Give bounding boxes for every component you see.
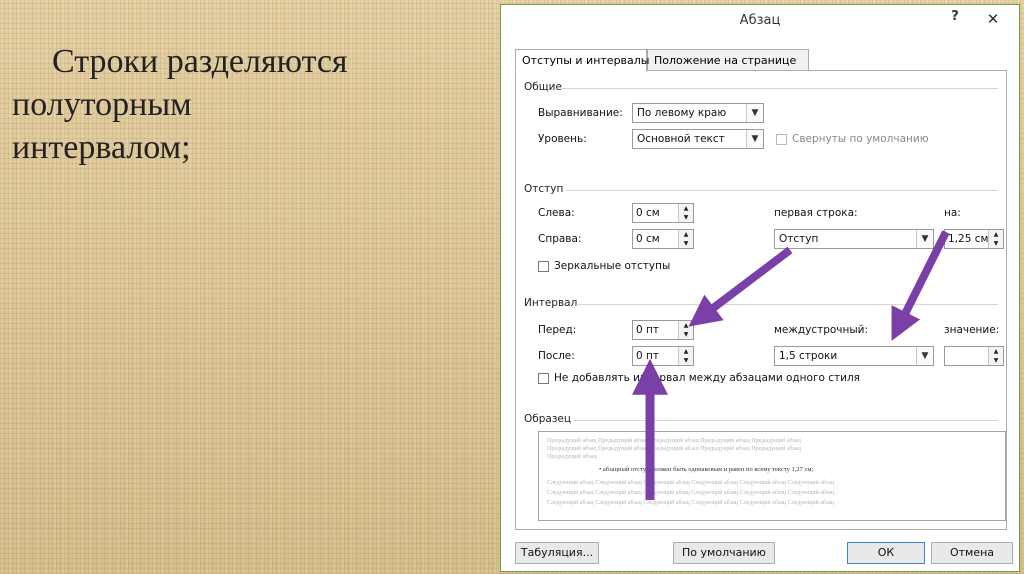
spacing-after-value: 0 пт [636,350,659,362]
mirror-indents-checkbox[interactable] [538,261,549,272]
indent-divider [566,190,998,191]
slide-text-line-2: полуторным [12,86,192,123]
tabs-button[interactable]: Табуляция... [515,542,599,564]
collapsed-checkbox[interactable] [776,134,787,145]
spacing-at-spinner[interactable]: ▲ ▼ [944,346,1004,366]
spacing-before-label: Перед: [538,324,577,336]
dont-add-space-label: Не добавлять интервал между абзацами одн… [554,372,860,384]
line-spacing-value: 1,5 строки [779,350,838,362]
spacing-after-spinner[interactable]: 0 пт ▲ ▼ [632,346,694,366]
help-button[interactable]: ? [945,9,965,29]
preview-next-line: Следующий абзац Следующий абзац Следующи… [547,490,835,496]
line-spacing-label: междустрочный: [774,324,869,336]
tab-line-page-breaks[interactable]: Положение на странице [647,49,809,71]
indent-by-spinner[interactable]: 1,25 см ▲ ▼ [944,229,1004,249]
collapsed-label: Свернуты по умолчанию [792,133,929,145]
cancel-button[interactable]: Отмена [931,542,1013,564]
spinner-buttons[interactable]: ▲ ▼ [678,230,693,248]
spinner-buttons[interactable]: ▲ ▼ [678,204,693,222]
preview-prev-line: Предыдущий абзац Предыдущий абзац Предыд… [547,438,801,444]
dialog-titlebar[interactable]: Абзац ? ✕ [501,5,1019,35]
chevron-down-icon[interactable]: ▼ [916,347,933,365]
spinner-buttons[interactable]: ▲ ▼ [678,347,693,365]
indent-left-spinner[interactable]: 0 см ▲ ▼ [632,203,694,223]
general-divider [562,88,998,89]
ok-button[interactable]: ОК [847,542,925,564]
spin-up-icon[interactable]: ▲ [679,321,693,330]
spin-up-icon[interactable]: ▲ [989,347,1003,356]
chevron-down-icon[interactable]: ▼ [746,104,763,122]
spin-up-icon[interactable]: ▲ [679,347,693,356]
indent-heading: Отступ [524,183,564,195]
first-line-value: Отступ [779,233,819,245]
spin-down-icon[interactable]: ▼ [679,356,693,365]
spinner-buttons[interactable]: ▲ ▼ [988,347,1003,365]
spin-up-icon[interactable]: ▲ [989,230,1003,239]
slide-background: Строки разделяются полуторным интервалом… [0,0,1024,574]
spacing-before-spinner[interactable]: 0 пт ▲ ▼ [632,320,694,340]
alignment-label: Выравнивание: [538,107,623,119]
indent-right-spinner[interactable]: 0 см ▲ ▼ [632,229,694,249]
preview-heading: Образец [524,413,572,425]
preview-next-line: Следующий абзац Следующий абзац Следующи… [547,480,835,486]
indent-left-value: 0 см [636,207,660,219]
tab-panel: Общие Выравнивание: По левому краю ▼ Уро… [515,70,1007,530]
spacing-divider [576,304,998,305]
spin-up-icon[interactable]: ▲ [679,204,693,213]
line-spacing-select[interactable]: 1,5 строки ▼ [774,346,934,366]
preview-next-line: Следующий абзац Следующий абзац Следующи… [547,500,835,506]
slide-text: Строки разделяются полуторным интервалом… [12,40,482,169]
preview-prev-line: Предыдущий абзац [547,454,597,460]
dialog-title: Абзац [739,13,781,28]
first-line-select[interactable]: Отступ ▼ [774,229,934,249]
tab-indents-spacing[interactable]: Отступы и интервалы [515,49,650,72]
chevron-down-icon[interactable]: ▼ [746,130,763,148]
spin-down-icon[interactable]: ▼ [679,239,693,248]
indent-right-value: 0 см [636,233,660,245]
indent-right-label: Справа: [538,233,582,245]
spacing-heading: Интервал [524,297,578,309]
preview-prev-line: Предыдущий абзац Предыдущий абзац Предыд… [547,446,801,452]
spin-down-icon[interactable]: ▼ [679,213,693,222]
dont-add-space-checkbox[interactable] [538,373,549,384]
general-heading: Общие [524,81,562,93]
slide-text-line-3: интервалом; [12,129,191,166]
first-line-label: первая строка: [774,207,858,219]
spin-down-icon[interactable]: ▼ [989,239,1003,248]
level-label: Уровень: [538,133,587,145]
alignment-value: По левому краю [637,107,727,119]
spin-up-icon[interactable]: ▲ [679,230,693,239]
close-button[interactable]: ✕ [975,9,1011,29]
alignment-select[interactable]: По левому краю ▼ [632,103,764,123]
indent-by-value: 1,25 см [948,233,989,245]
level-value: Основной текст [637,133,725,145]
spin-down-icon[interactable]: ▼ [679,330,693,339]
spacing-at-label: значение: [944,324,1000,336]
chevron-down-icon[interactable]: ▼ [916,230,933,248]
spacing-before-value: 0 пт [636,324,659,336]
preview-divider [574,420,998,421]
spinner-buttons[interactable]: ▲ ▼ [988,230,1003,248]
indent-by-label: на: [944,207,961,219]
spin-down-icon[interactable]: ▼ [989,356,1003,365]
spacing-after-label: После: [538,350,575,362]
paragraph-dialog: Абзац ? ✕ Отступы и интервалы Положение … [500,4,1020,572]
slide-text-line-1: Строки разделяются [52,43,348,80]
level-select[interactable]: Основной текст ▼ [632,129,764,149]
indent-left-label: Слева: [538,207,575,219]
set-default-button[interactable]: По умолчанию [673,542,775,564]
preview-box: Предыдущий абзац Предыдущий абзац Предыд… [538,431,1006,521]
spinner-buttons[interactable]: ▲ ▼ [678,321,693,339]
mirror-indents-label: Зеркальные отступы [554,260,671,272]
preview-main-line: • абзацный отступ должен быть одинаковым… [599,466,814,473]
